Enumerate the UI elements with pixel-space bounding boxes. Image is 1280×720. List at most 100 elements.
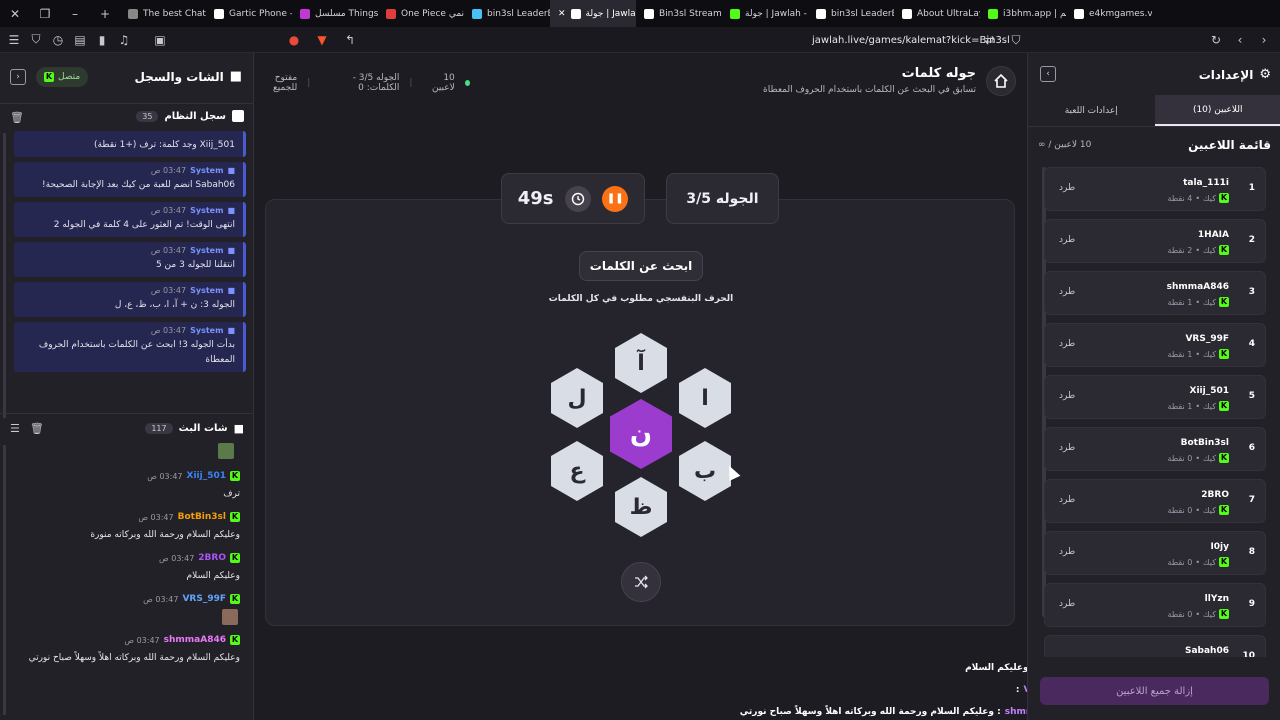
letter-hex-center[interactable]: ن bbox=[610, 399, 672, 469]
letter-hex-bottom[interactable]: ظ bbox=[615, 477, 667, 537]
reload-icon[interactable]: ↻ bbox=[1206, 30, 1226, 50]
timer-box: 49s ❚❚ bbox=[501, 173, 645, 224]
tab-close-icon[interactable]: ✕ bbox=[558, 9, 566, 19]
window-close-icon[interactable]: ✕ bbox=[0, 0, 30, 27]
bot-icon: ■ bbox=[227, 206, 235, 215]
syslog-author: System bbox=[190, 326, 224, 335]
emote-image bbox=[222, 609, 238, 625]
kick-button[interactable]: طرد bbox=[1059, 339, 1075, 349]
player-name: 2BRO bbox=[1201, 490, 1229, 500]
letter-hex-top-right[interactable]: ا bbox=[679, 368, 731, 428]
tab-label: جولة | Jawlah - ... bbox=[745, 8, 808, 19]
player-meta: K كيك • 0 نقطة bbox=[1168, 505, 1229, 515]
kick-button[interactable]: طرد bbox=[1059, 599, 1075, 609]
tab-favicon-icon bbox=[902, 8, 912, 19]
sidebar-icon[interactable]: ▮ bbox=[92, 30, 112, 50]
letter-hex-bottom-right[interactable]: ب bbox=[679, 441, 731, 501]
kick-button[interactable]: طرد bbox=[1059, 547, 1075, 557]
chat-username[interactable]: shmmaA846 bbox=[164, 635, 226, 645]
kick-button[interactable]: طرد bbox=[1059, 443, 1075, 453]
chat-username[interactable]: 2BRO bbox=[198, 553, 226, 563]
kick-button[interactable]: طرد bbox=[1059, 183, 1075, 193]
filter-icon[interactable]: ☰ bbox=[10, 422, 20, 435]
shuffle-button[interactable] bbox=[621, 562, 661, 602]
new-tab-button[interactable]: + bbox=[90, 0, 120, 27]
browser-tab[interactable]: i3bhm.app | لعبهم bbox=[980, 0, 1066, 27]
game-title: جوله كلمات bbox=[901, 66, 976, 81]
browser-tab[interactable]: bin3sl LeaderBoa bbox=[464, 0, 550, 27]
collapse-panel-icon[interactable]: › bbox=[10, 69, 26, 85]
browser-tab[interactable]: ✕ جولة | Jawlah bbox=[550, 0, 636, 27]
tab-game-settings[interactable]: إعدادات اللعبة bbox=[1028, 95, 1155, 126]
tab-favicon-icon bbox=[570, 8, 581, 19]
chat-message: KshmmaA846 03:47 ص وعليكم السلام ورحمة الل… bbox=[14, 635, 240, 666]
window-minimize-icon[interactable]: – bbox=[60, 0, 90, 27]
kick-button[interactable]: طرد bbox=[1059, 287, 1075, 297]
browser-tab[interactable]: e4kmgames.verce bbox=[1066, 0, 1152, 27]
trash-icon[interactable]: 🗑 bbox=[30, 422, 44, 435]
wallet-icon[interactable]: ▣ bbox=[150, 30, 170, 50]
tab-favicon-icon bbox=[1074, 8, 1084, 19]
syslog-item: ■ System 03:47 ص انتقلنا للجوله 3 من 5 bbox=[14, 242, 246, 277]
kick-icon: K bbox=[230, 635, 240, 645]
browser-tab[interactable]: bin3sl LeaderBoa bbox=[808, 0, 894, 27]
syslog-time: 03:47 ص bbox=[150, 326, 187, 335]
window-maximize-icon[interactable]: ❐ bbox=[30, 0, 60, 27]
connection-status-badge: K متصل bbox=[36, 67, 89, 87]
tab-favicon-icon bbox=[128, 8, 138, 19]
browser-tab[interactable]: The best ChatBot bbox=[120, 0, 206, 27]
player-name: BotBin3sl bbox=[1180, 438, 1229, 448]
player-row: 2 1HAIA K كيك • 2 نقطة طرد bbox=[1044, 219, 1266, 263]
browser-tab[interactable]: جولة | Jawlah - ... bbox=[722, 0, 808, 27]
chat-username[interactable]: BotBin3sl bbox=[178, 512, 226, 522]
chat-meta: K BotBin3sl 03:47 ص bbox=[14, 512, 240, 522]
chat-log-panel: › K متصل ■ الشات والسجل 🗑 سجل النظام 35 … bbox=[0, 53, 254, 720]
trash-icon[interactable]: 🗑 bbox=[10, 111, 24, 124]
chat-time: 03:47 ص bbox=[124, 635, 160, 645]
collapse-panel-icon[interactable]: ‹ bbox=[1040, 66, 1056, 82]
kick-button[interactable]: طرد bbox=[1059, 235, 1075, 245]
tab-favicon-icon bbox=[816, 8, 826, 19]
syslog-item: ■ System 03:47 ص بدأت الجوله 3! ابحث عن الك… bbox=[14, 322, 246, 372]
browser-tab[interactable]: Bin3sl Stream - V bbox=[636, 0, 722, 27]
forward-icon[interactable]: › bbox=[1254, 30, 1274, 50]
tabs-icon[interactable]: ▤ bbox=[70, 30, 90, 50]
letter-hex-bottom-left[interactable]: ع bbox=[551, 441, 603, 501]
kick-button[interactable]: طرد bbox=[1059, 391, 1075, 401]
kick-button[interactable]: طرد bbox=[1059, 495, 1075, 505]
history-icon[interactable]: ◷ bbox=[48, 30, 68, 50]
player-row: 9 llYzn K كيك • 0 نقطة طرد bbox=[1044, 583, 1266, 627]
extension-icon[interactable]: ● bbox=[284, 30, 304, 50]
syslog-item: ■ System 03:47 ص انتهى الوقت! تم العثور على… bbox=[14, 202, 246, 237]
tab-label: One Piece انمي bbox=[401, 8, 464, 19]
bookmark-icon[interactable]: ⛉ bbox=[1006, 30, 1026, 50]
home-button[interactable] bbox=[986, 66, 1016, 96]
kick-icon: K bbox=[44, 72, 54, 82]
back-icon[interactable]: ‹ bbox=[1230, 30, 1250, 50]
emote-image bbox=[218, 443, 234, 459]
syslog-message: انتهى الوقت! تم العثور على 4 كلمة في الج… bbox=[53, 220, 235, 230]
letter-hex-top[interactable]: آ bbox=[615, 333, 667, 393]
overlay-message: : وعليكم السلام bbox=[965, 663, 1036, 673]
pause-button[interactable]: ❚❚ bbox=[602, 185, 629, 212]
remove-all-players-button[interactable]: إزالة جميع اللاعبين bbox=[1040, 677, 1269, 705]
player-meta: K كيك • 0 نقطة bbox=[1168, 557, 1229, 567]
chat-meta: KshmmaA846 03:47 ص bbox=[14, 635, 240, 645]
brave-shield-icon[interactable]: ▼ bbox=[312, 30, 332, 50]
music-icon[interactable]: ♫ bbox=[114, 30, 134, 50]
shield-icon[interactable]: ⛉ bbox=[26, 30, 46, 50]
settings-header: ‹ ⚙ الإعدادات bbox=[1028, 53, 1280, 95]
chat-username[interactable]: VRS_99F bbox=[182, 594, 226, 604]
menu-icon[interactable]: ☰ bbox=[4, 30, 24, 50]
browser-tab[interactable]: About UltraLayar bbox=[894, 0, 980, 27]
kick-icon: K bbox=[230, 512, 240, 522]
browser-tab[interactable]: One Piece انمي bbox=[378, 0, 464, 27]
letter-hex-top-left[interactable]: ل bbox=[551, 368, 603, 428]
chat-username[interactable]: Xiij_501 bbox=[187, 471, 226, 481]
browser-tab[interactable]: مسلسل Things bbox=[292, 0, 378, 27]
browser-tab[interactable]: Gartic Phone - ... bbox=[206, 0, 292, 27]
share-icon[interactable]: ↰ bbox=[340, 30, 360, 50]
player-rank: 6 bbox=[1248, 443, 1255, 453]
site-settings-icon[interactable]: ⇄ bbox=[980, 30, 1000, 50]
tab-players[interactable]: اللاعبين (10) bbox=[1154, 95, 1280, 126]
